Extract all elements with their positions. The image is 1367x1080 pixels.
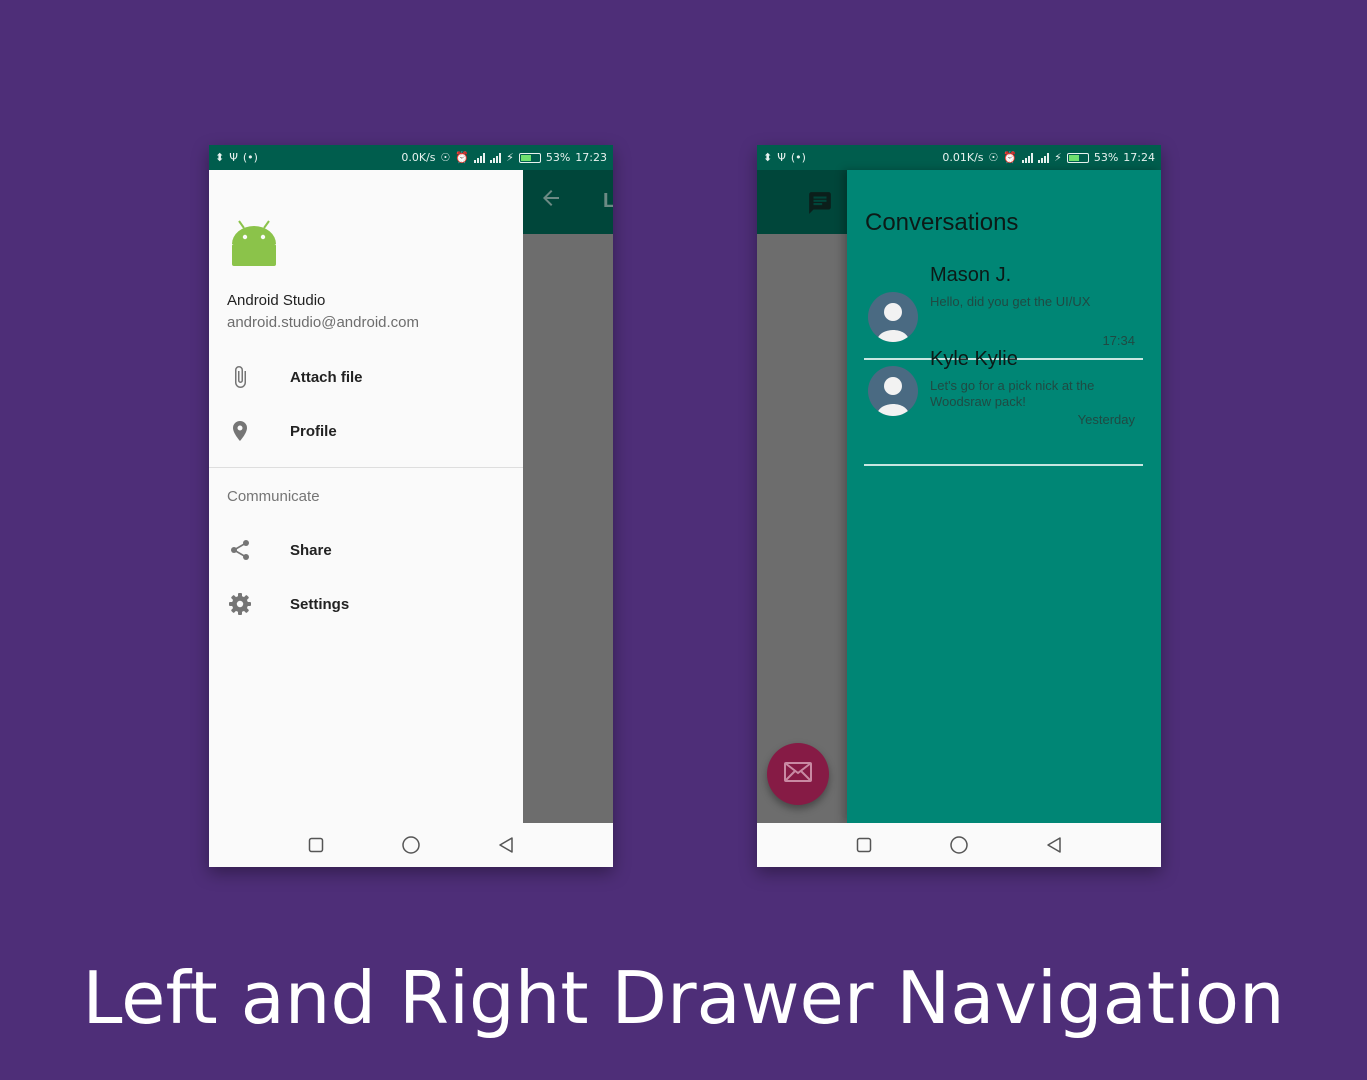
mail-icon — [784, 761, 812, 787]
recents-button[interactable] — [849, 830, 879, 860]
arrow-back-icon[interactable] — [539, 186, 563, 215]
paperclip-icon — [209, 365, 271, 389]
right-drawer-phone: ⬍ Ψ (•) 0.01K/s ☉ ⏰ ⚡ 53% 17:24 Conversa… — [757, 145, 1161, 867]
account-email: android.studio@android.com — [227, 314, 420, 331]
avatar — [868, 292, 918, 342]
back-button[interactable] — [1039, 830, 1069, 860]
system-nav-bar — [757, 823, 1161, 867]
battery-percent: 53% — [545, 151, 571, 164]
android-logo-icon — [229, 218, 279, 273]
avatar — [868, 366, 918, 416]
battery-percent: 53% — [1093, 151, 1119, 164]
clock: 17:23 — [575, 151, 607, 164]
hotspot-icon: (•) — [242, 151, 258, 164]
drawer-title: Conversations — [865, 209, 1019, 236]
conversation-item[interactable]: Mason J. Hello, did you get the UI/UX 17… — [864, 264, 1143, 360]
signal-icon — [1038, 152, 1050, 163]
recents-button[interactable] — [301, 830, 331, 860]
alarm-icon: ⏰ — [1003, 151, 1018, 164]
clock: 17:24 — [1123, 151, 1155, 164]
drawer-divider — [209, 467, 523, 468]
status-bar: ⬍ Ψ (•) 0.0K/s ☉ ⏰ ⚡ 53% 17:23 — [209, 145, 613, 170]
menu-item-settings[interactable]: Settings — [209, 577, 523, 631]
compose-fab[interactable] — [767, 743, 829, 805]
contact-name: Mason J. — [930, 264, 1012, 286]
caption-title: Left and Right Drawer Navigation — [82, 956, 1285, 1040]
message-preview: Let's go for a pick nick at the Woodsraw… — [930, 378, 1095, 409]
section-title: Communicate — [227, 488, 320, 505]
battery-icon — [518, 152, 541, 163]
account-name: Android Studio — [227, 292, 326, 309]
network-speed: 0.0K/s — [401, 151, 436, 164]
alarm-icon: ⏰ — [455, 151, 470, 164]
menu-item-label: Profile — [290, 422, 337, 440]
app-bar-title: L — [603, 190, 613, 212]
signal-icon — [1022, 152, 1034, 163]
charging-icon: ⚡ — [1054, 151, 1062, 164]
menu-item-profile[interactable]: Profile — [209, 404, 523, 458]
usb-icon: ⬍ — [215, 151, 225, 164]
hotspot-icon: (•) — [790, 151, 806, 164]
signal-icon — [490, 152, 502, 163]
usb-icon: Ψ — [777, 151, 786, 164]
chat-icon[interactable] — [807, 190, 833, 221]
message-preview: Hello, did you get the UI/UX — [930, 294, 1091, 309]
message-time: 17:34 — [1102, 333, 1135, 348]
nfc-icon: ☉ — [440, 151, 451, 164]
navigation-drawer-right: Conversations Mason J. Hello, did you ge… — [847, 170, 1161, 823]
contact-name: Kyle Kylie — [930, 348, 1018, 370]
location-pin-icon — [209, 419, 271, 443]
menu-item-label: Attach file — [290, 368, 363, 386]
left-drawer-phone: ⬍ Ψ (•) 0.0K/s ☉ ⏰ ⚡ 53% 17:23 L Android… — [209, 145, 613, 867]
navigation-drawer-left: Android Studio android.studio@android.co… — [209, 170, 523, 823]
usb-icon: ⬍ — [763, 151, 773, 164]
home-button[interactable] — [944, 830, 974, 860]
conversation-item[interactable]: Kyle Kylie Let's go for a pick nick at t… — [864, 348, 1143, 466]
battery-icon — [1066, 152, 1089, 163]
back-button[interactable] — [491, 830, 521, 860]
usb-icon: Ψ — [229, 151, 238, 164]
status-bar: ⬍ Ψ (•) 0.01K/s ☉ ⏰ ⚡ 53% 17:24 — [757, 145, 1161, 170]
charging-icon: ⚡ — [506, 151, 514, 164]
menu-item-label: Share — [290, 541, 332, 559]
system-nav-bar — [209, 823, 613, 867]
network-speed: 0.01K/s — [942, 151, 984, 164]
share-icon — [209, 538, 271, 562]
home-button[interactable] — [396, 830, 426, 860]
message-time: Yesterday — [1077, 412, 1135, 427]
menu-item-attach-file[interactable]: Attach file — [209, 350, 523, 404]
menu-item-label: Settings — [290, 595, 350, 613]
nfc-icon: ☉ — [988, 151, 999, 164]
signal-icon — [474, 152, 486, 163]
gear-icon — [209, 592, 271, 616]
menu-item-share[interactable]: Share — [209, 523, 523, 577]
